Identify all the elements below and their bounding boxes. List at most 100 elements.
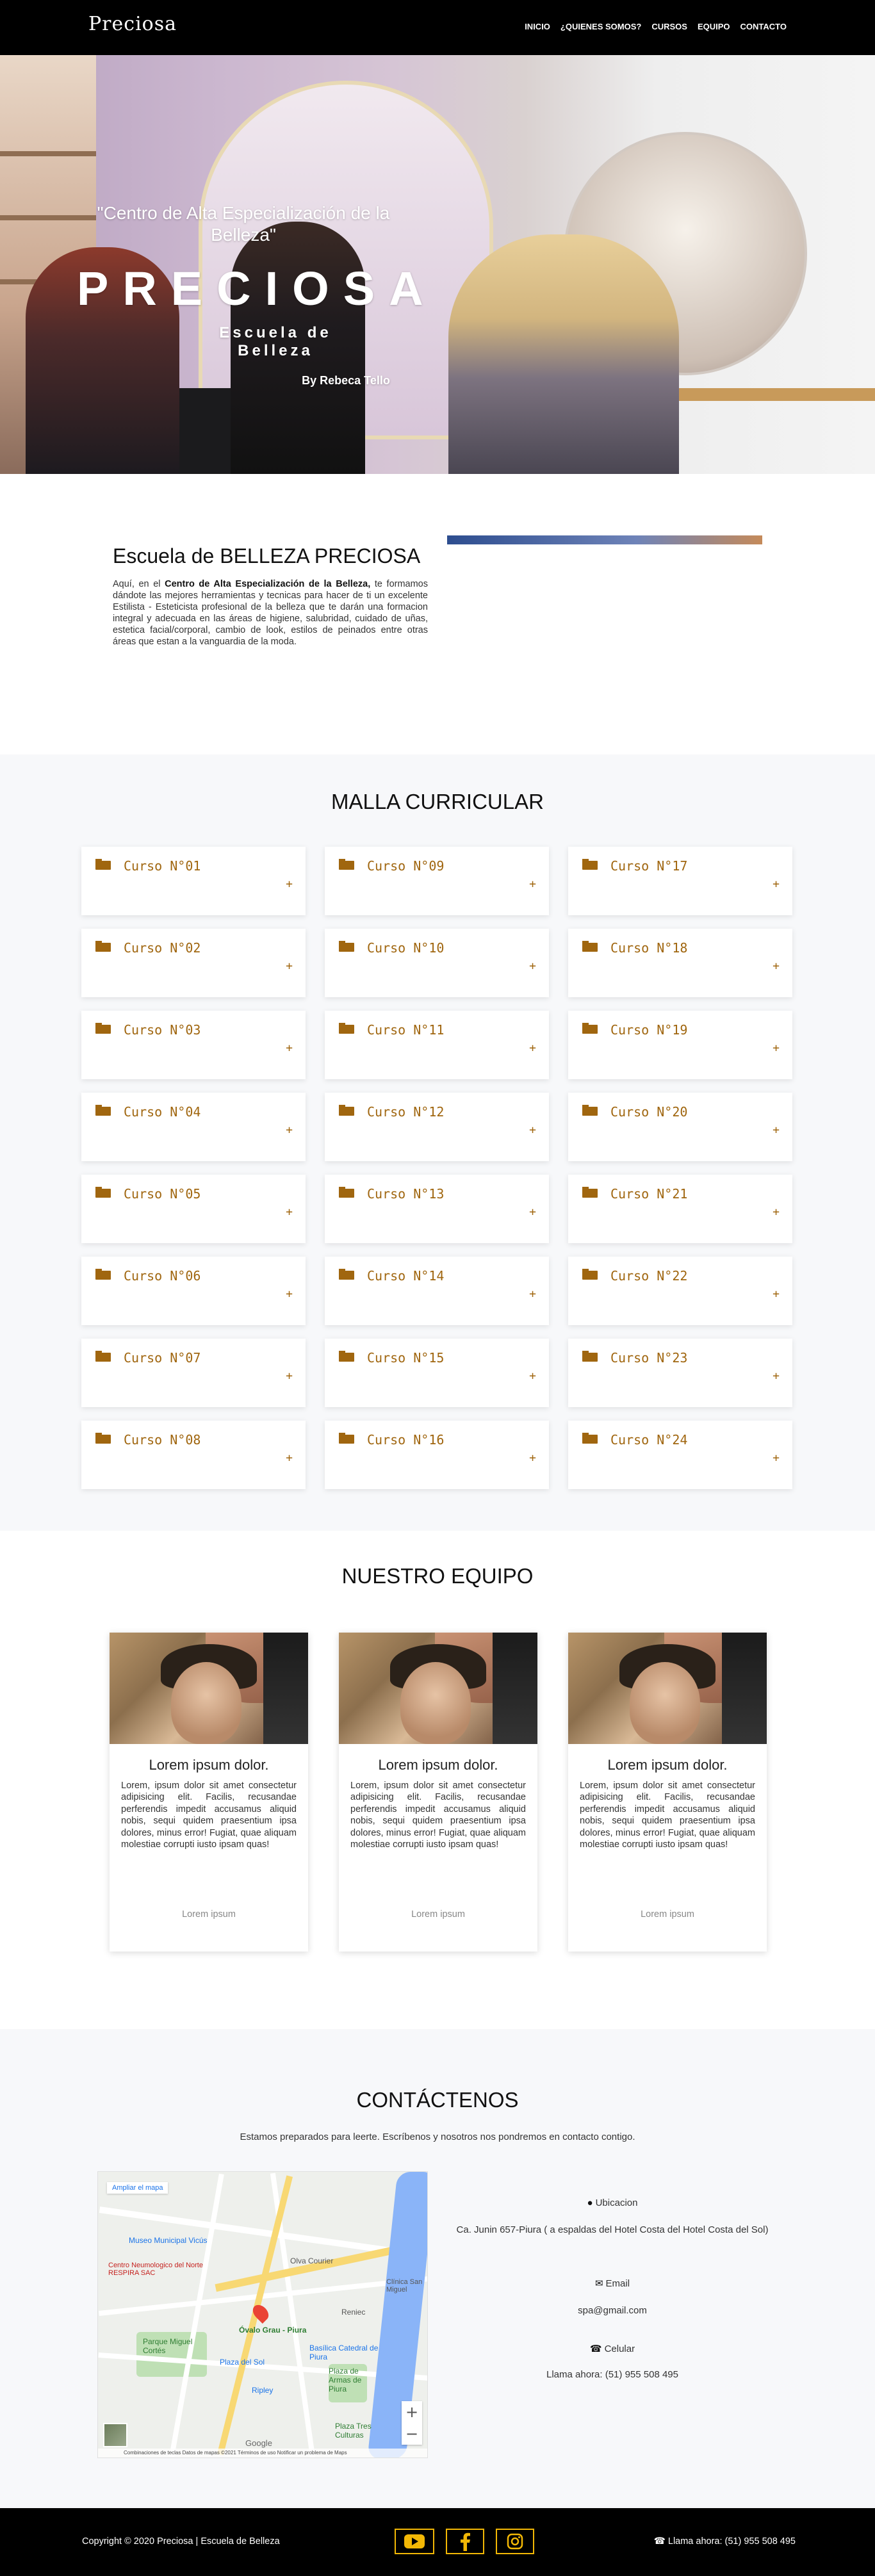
nav-link-cursos[interactable]: CURSOS: [651, 22, 687, 31]
course-card[interactable]: Curso N°02 +: [81, 929, 306, 997]
photo-face: [171, 1662, 241, 1744]
course-card[interactable]: Curso N°12 +: [325, 1093, 549, 1161]
expand-icon[interactable]: +: [286, 1123, 293, 1137]
expand-icon[interactable]: +: [773, 1123, 780, 1137]
course-card[interactable]: Curso N°20 +: [568, 1093, 792, 1161]
course-name: Curso N°13: [367, 1186, 445, 1202]
course-card[interactable]: Curso N°22 +: [568, 1257, 792, 1325]
course-name: Curso N°02: [124, 940, 201, 956]
instagram-button[interactable]: [496, 2529, 534, 2554]
course-card[interactable]: Curso N°07 +: [81, 1339, 306, 1407]
expand-icon[interactable]: +: [286, 1205, 293, 1219]
expand-icon[interactable]: +: [529, 1287, 536, 1301]
expand-icon[interactable]: +: [286, 1369, 293, 1383]
expand-icon[interactable]: +: [773, 1205, 780, 1219]
team-card: Lorem ipsum dolor. Lorem, ipsum dolor si…: [339, 1633, 537, 1952]
course-name: Curso N°18: [610, 940, 688, 956]
navbar: Preciosa INICIO ¿QUIENES SOMOS? CURSOS E…: [0, 0, 875, 55]
expand-icon[interactable]: +: [529, 877, 536, 891]
course-card[interactable]: Curso N°13 +: [325, 1175, 549, 1243]
course-name: Curso N°15: [367, 1350, 445, 1365]
course-card[interactable]: Curso N°09 +: [325, 847, 549, 915]
logo[interactable]: Preciosa: [88, 13, 177, 35]
expand-icon[interactable]: +: [773, 959, 780, 973]
phone-value[interactable]: Llama ahora: (51) 955 508 495: [447, 2368, 778, 2381]
nav-link-inicio[interactable]: INICIO: [525, 22, 550, 31]
expand-icon[interactable]: +: [529, 1041, 536, 1055]
map-zoom-out-button[interactable]: −: [402, 2423, 422, 2445]
map-label: Óvalo Grau - Piura: [239, 2326, 307, 2335]
youtube-button[interactable]: [395, 2529, 434, 2554]
course-card[interactable]: Curso N°05 +: [81, 1175, 306, 1243]
contact-section: CONTÁCTENOS Estamos preparados para leer…: [0, 2029, 875, 2508]
course-card[interactable]: Curso N°16 +: [325, 1421, 549, 1489]
map-zoom-control: + −: [402, 2401, 422, 2445]
phone-icon: ☎: [653, 2536, 668, 2547]
map-expand-link[interactable]: Ampliar el mapa: [107, 2182, 168, 2194]
footer-phone[interactable]: ☎ Llama ahora: (51) 955 508 495: [654, 2536, 796, 2547]
course-name: Curso N°11: [367, 1022, 445, 1038]
folder-icon: [95, 1187, 111, 1198]
team-photo: [110, 1633, 308, 1744]
nav-link-contacto[interactable]: CONTACTO: [740, 22, 787, 31]
folder-icon: [582, 859, 598, 870]
expand-icon[interactable]: +: [286, 877, 293, 891]
embedded-map[interactable]: Ampliar el mapa Museo Municipal Vicús Ce…: [97, 2171, 428, 2458]
envelope-icon: ✉: [594, 2278, 603, 2289]
expand-icon[interactable]: +: [773, 1451, 780, 1465]
nav-link-quienes-somos[interactable]: ¿QUIENES SOMOS?: [560, 22, 641, 31]
map-label: Ripley: [252, 2386, 274, 2395]
expand-icon[interactable]: +: [286, 1287, 293, 1301]
course-card[interactable]: Curso N°21 +: [568, 1175, 792, 1243]
folder-icon: [95, 1269, 111, 1280]
main-nav: INICIO ¿QUIENES SOMOS? CURSOS EQUIPO CON…: [525, 22, 787, 31]
course-card[interactable]: Curso N°10 +: [325, 929, 549, 997]
expand-icon[interactable]: +: [286, 1451, 293, 1465]
hero-shelf: [0, 151, 96, 156]
map-label: Clínica San Miguel: [386, 2278, 423, 2294]
team-member-name: Lorem ipsum dolor.: [607, 1757, 728, 1773]
course-card[interactable]: Curso N°23 +: [568, 1339, 792, 1407]
expand-icon[interactable]: +: [286, 1041, 293, 1055]
course-card[interactable]: Curso N°04 +: [81, 1093, 306, 1161]
expand-icon[interactable]: +: [773, 877, 780, 891]
course-card[interactable]: Curso N°01 +: [81, 847, 306, 915]
nav-link-equipo[interactable]: EQUIPO: [698, 22, 730, 31]
expand-icon[interactable]: +: [529, 1205, 536, 1219]
course-card[interactable]: Curso N°03 +: [81, 1011, 306, 1079]
email-label: Email: [605, 2278, 630, 2289]
course-card[interactable]: Curso N°19 +: [568, 1011, 792, 1079]
expand-icon[interactable]: +: [773, 1287, 780, 1301]
course-card[interactable]: Curso N°18 +: [568, 929, 792, 997]
expand-icon[interactable]: +: [529, 1451, 536, 1465]
facebook-icon: [461, 2532, 470, 2551]
course-card[interactable]: Curso N°11 +: [325, 1011, 549, 1079]
expand-icon[interactable]: +: [773, 1041, 780, 1055]
expand-icon[interactable]: +: [529, 959, 536, 973]
expand-icon[interactable]: +: [529, 1123, 536, 1137]
team-member-name: Lorem ipsum dolor.: [149, 1757, 269, 1773]
email-value[interactable]: spa@gmail.com: [447, 2304, 778, 2317]
course-name: Curso N°20: [610, 1104, 688, 1120]
course-name: Curso N°17: [610, 858, 688, 874]
course-card[interactable]: Curso N°17 +: [568, 847, 792, 915]
about-section: Escuela de BELLEZA PRECIOSA Aquí, en el …: [0, 474, 875, 754]
course-name: Curso N°22: [610, 1268, 688, 1284]
course-card[interactable]: Curso N°06 +: [81, 1257, 306, 1325]
expand-icon[interactable]: +: [286, 959, 293, 973]
contact-title: CONTÁCTENOS: [356, 2088, 519, 2112]
course-card[interactable]: Curso N°08 +: [81, 1421, 306, 1489]
expand-icon[interactable]: +: [529, 1369, 536, 1383]
course-card[interactable]: Curso N°24 +: [568, 1421, 792, 1489]
course-card[interactable]: Curso N°15 +: [325, 1339, 549, 1407]
expand-icon[interactable]: +: [773, 1369, 780, 1383]
facebook-button[interactable]: [446, 2529, 484, 2554]
folder-icon: [95, 1105, 111, 1116]
course-grid: Curso N°01 + Curso N°09 + Curso N°17 + Curso N…: [81, 847, 794, 1489]
map-zoom-in-button[interactable]: +: [402, 2401, 422, 2423]
course-card[interactable]: Curso N°14 +: [325, 1257, 549, 1325]
map-attribution[interactable]: Combinaciones de teclas Datos de mapas ©…: [98, 2449, 427, 2458]
map-satellite-toggle[interactable]: [103, 2423, 127, 2447]
photo-face: [630, 1662, 700, 1744]
curriculum-section: MALLA CURRICULAR Curso N°01 + Curso N°09 + C…: [0, 754, 875, 1531]
